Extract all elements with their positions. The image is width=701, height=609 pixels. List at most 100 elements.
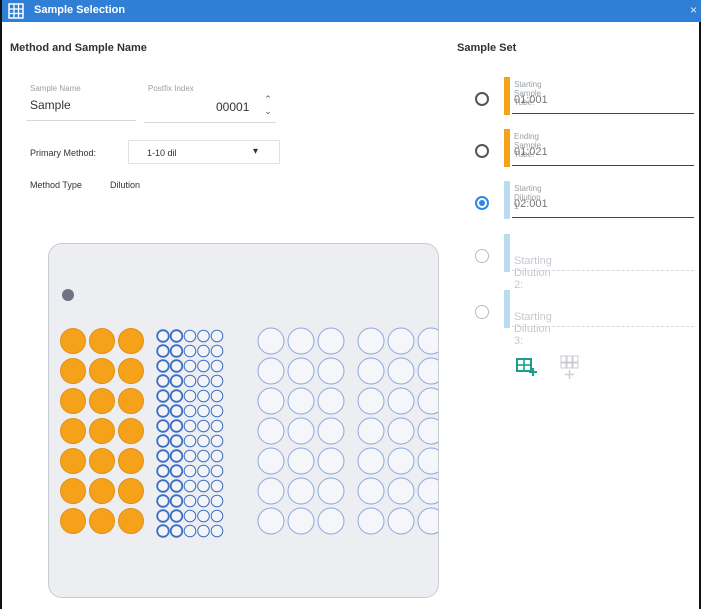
dilution-well[interactable] <box>197 434 210 448</box>
dilution-well[interactable] <box>197 344 210 358</box>
sample-well[interactable] <box>60 448 86 474</box>
sample-well[interactable] <box>89 448 115 474</box>
postfix-stepper-down[interactable]: ⌄ <box>263 107 273 116</box>
tube-value-input[interactable]: 01:021 <box>514 146 548 158</box>
large-well[interactable] <box>257 477 285 505</box>
dilution-well[interactable] <box>156 464 170 478</box>
add-tube-icon[interactable] <box>559 354 581 380</box>
large-well[interactable] <box>357 387 385 415</box>
dilution-well[interactable] <box>183 389 197 403</box>
primary-method-select[interactable]: 1-10 dil ▾ <box>128 140 280 164</box>
large-well[interactable] <box>287 447 315 475</box>
dilution-well[interactable] <box>183 359 197 373</box>
dilution-well[interactable] <box>169 419 184 433</box>
dilution-well[interactable] <box>197 404 210 418</box>
dilution-well[interactable] <box>197 389 210 403</box>
dilution-well[interactable] <box>183 329 197 343</box>
dilution-well[interactable] <box>169 449 184 463</box>
sample-well[interactable] <box>60 358 86 384</box>
dilution-well[interactable] <box>156 329 170 343</box>
tube-value-input[interactable]: Starting Dilution 2: <box>514 255 552 291</box>
large-well[interactable] <box>387 477 415 505</box>
dilution-well[interactable] <box>156 404 170 418</box>
large-well[interactable] <box>357 417 385 445</box>
dilution-well[interactable] <box>156 434 170 448</box>
sample-well[interactable] <box>60 328 86 354</box>
dilution-well[interactable] <box>169 509 184 523</box>
dilution-well[interactable] <box>169 524 184 538</box>
large-well[interactable] <box>317 417 345 445</box>
dilution-well[interactable] <box>169 494 184 508</box>
dilution-well[interactable] <box>210 479 224 493</box>
large-well[interactable] <box>357 507 385 535</box>
large-well[interactable] <box>287 327 315 355</box>
dilution-well[interactable] <box>197 374 210 388</box>
large-well[interactable] <box>317 477 345 505</box>
sample-well[interactable] <box>118 388 144 414</box>
dilution-well[interactable] <box>156 479 170 493</box>
dilution-well[interactable] <box>183 449 197 463</box>
close-icon[interactable]: × <box>690 3 697 17</box>
sample-well[interactable] <box>118 508 144 534</box>
radio-button[interactable] <box>475 196 489 210</box>
large-well[interactable] <box>387 447 415 475</box>
sample-well[interactable] <box>118 418 144 444</box>
large-well[interactable] <box>387 357 415 385</box>
large-well[interactable] <box>417 507 438 535</box>
large-well[interactable] <box>417 447 438 475</box>
dilution-well[interactable] <box>210 464 224 478</box>
dilution-well[interactable] <box>210 509 224 523</box>
dilution-well[interactable] <box>210 419 224 433</box>
dilution-well[interactable] <box>183 434 197 448</box>
dilution-well[interactable] <box>210 494 224 508</box>
tube-value-input[interactable]: 02:001 <box>514 198 548 210</box>
large-well[interactable] <box>287 507 315 535</box>
dilution-well[interactable] <box>210 344 224 358</box>
radio-button[interactable] <box>475 144 489 158</box>
dilution-well[interactable] <box>183 509 197 523</box>
dilution-well[interactable] <box>210 449 224 463</box>
dilution-well[interactable] <box>210 329 224 343</box>
sample-well[interactable] <box>89 388 115 414</box>
dilution-well[interactable] <box>156 359 170 373</box>
large-well[interactable] <box>417 327 438 355</box>
large-well[interactable] <box>287 357 315 385</box>
sample-well[interactable] <box>60 478 86 504</box>
radio-button[interactable] <box>475 305 489 319</box>
sample-well[interactable] <box>60 508 86 534</box>
large-well[interactable] <box>417 387 438 415</box>
dilution-well[interactable] <box>169 359 184 373</box>
tube-value-input[interactable]: 01:001 <box>514 94 548 106</box>
large-well[interactable] <box>417 477 438 505</box>
dilution-well[interactable] <box>210 524 224 538</box>
dilution-well[interactable] <box>197 494 210 508</box>
dilution-well[interactable] <box>210 389 224 403</box>
dilution-well[interactable] <box>197 449 210 463</box>
dilution-well[interactable] <box>197 329 210 343</box>
dilution-well[interactable] <box>197 419 210 433</box>
large-well[interactable] <box>387 327 415 355</box>
dilution-well[interactable] <box>169 389 184 403</box>
large-well[interactable] <box>257 507 285 535</box>
large-well[interactable] <box>417 417 438 445</box>
dilution-well[interactable] <box>210 434 224 448</box>
sample-well[interactable] <box>118 478 144 504</box>
large-well[interactable] <box>287 417 315 445</box>
large-well[interactable] <box>317 357 345 385</box>
postfix-stepper-up[interactable]: ⌃ <box>263 95 273 104</box>
dilution-well[interactable] <box>156 494 170 508</box>
large-well[interactable] <box>357 327 385 355</box>
dilution-well[interactable] <box>169 329 184 343</box>
sample-well[interactable] <box>118 448 144 474</box>
large-well[interactable] <box>387 507 415 535</box>
large-well[interactable] <box>387 387 415 415</box>
dilution-well[interactable] <box>169 374 184 388</box>
tube-value-input[interactable]: Starting Dilution 3: <box>514 311 552 347</box>
large-well[interactable] <box>257 417 285 445</box>
dilution-well[interactable] <box>183 464 197 478</box>
large-well[interactable] <box>357 477 385 505</box>
dilution-well[interactable] <box>197 464 210 478</box>
large-well[interactable] <box>257 387 285 415</box>
large-well[interactable] <box>317 447 345 475</box>
dilution-well[interactable] <box>183 524 197 538</box>
